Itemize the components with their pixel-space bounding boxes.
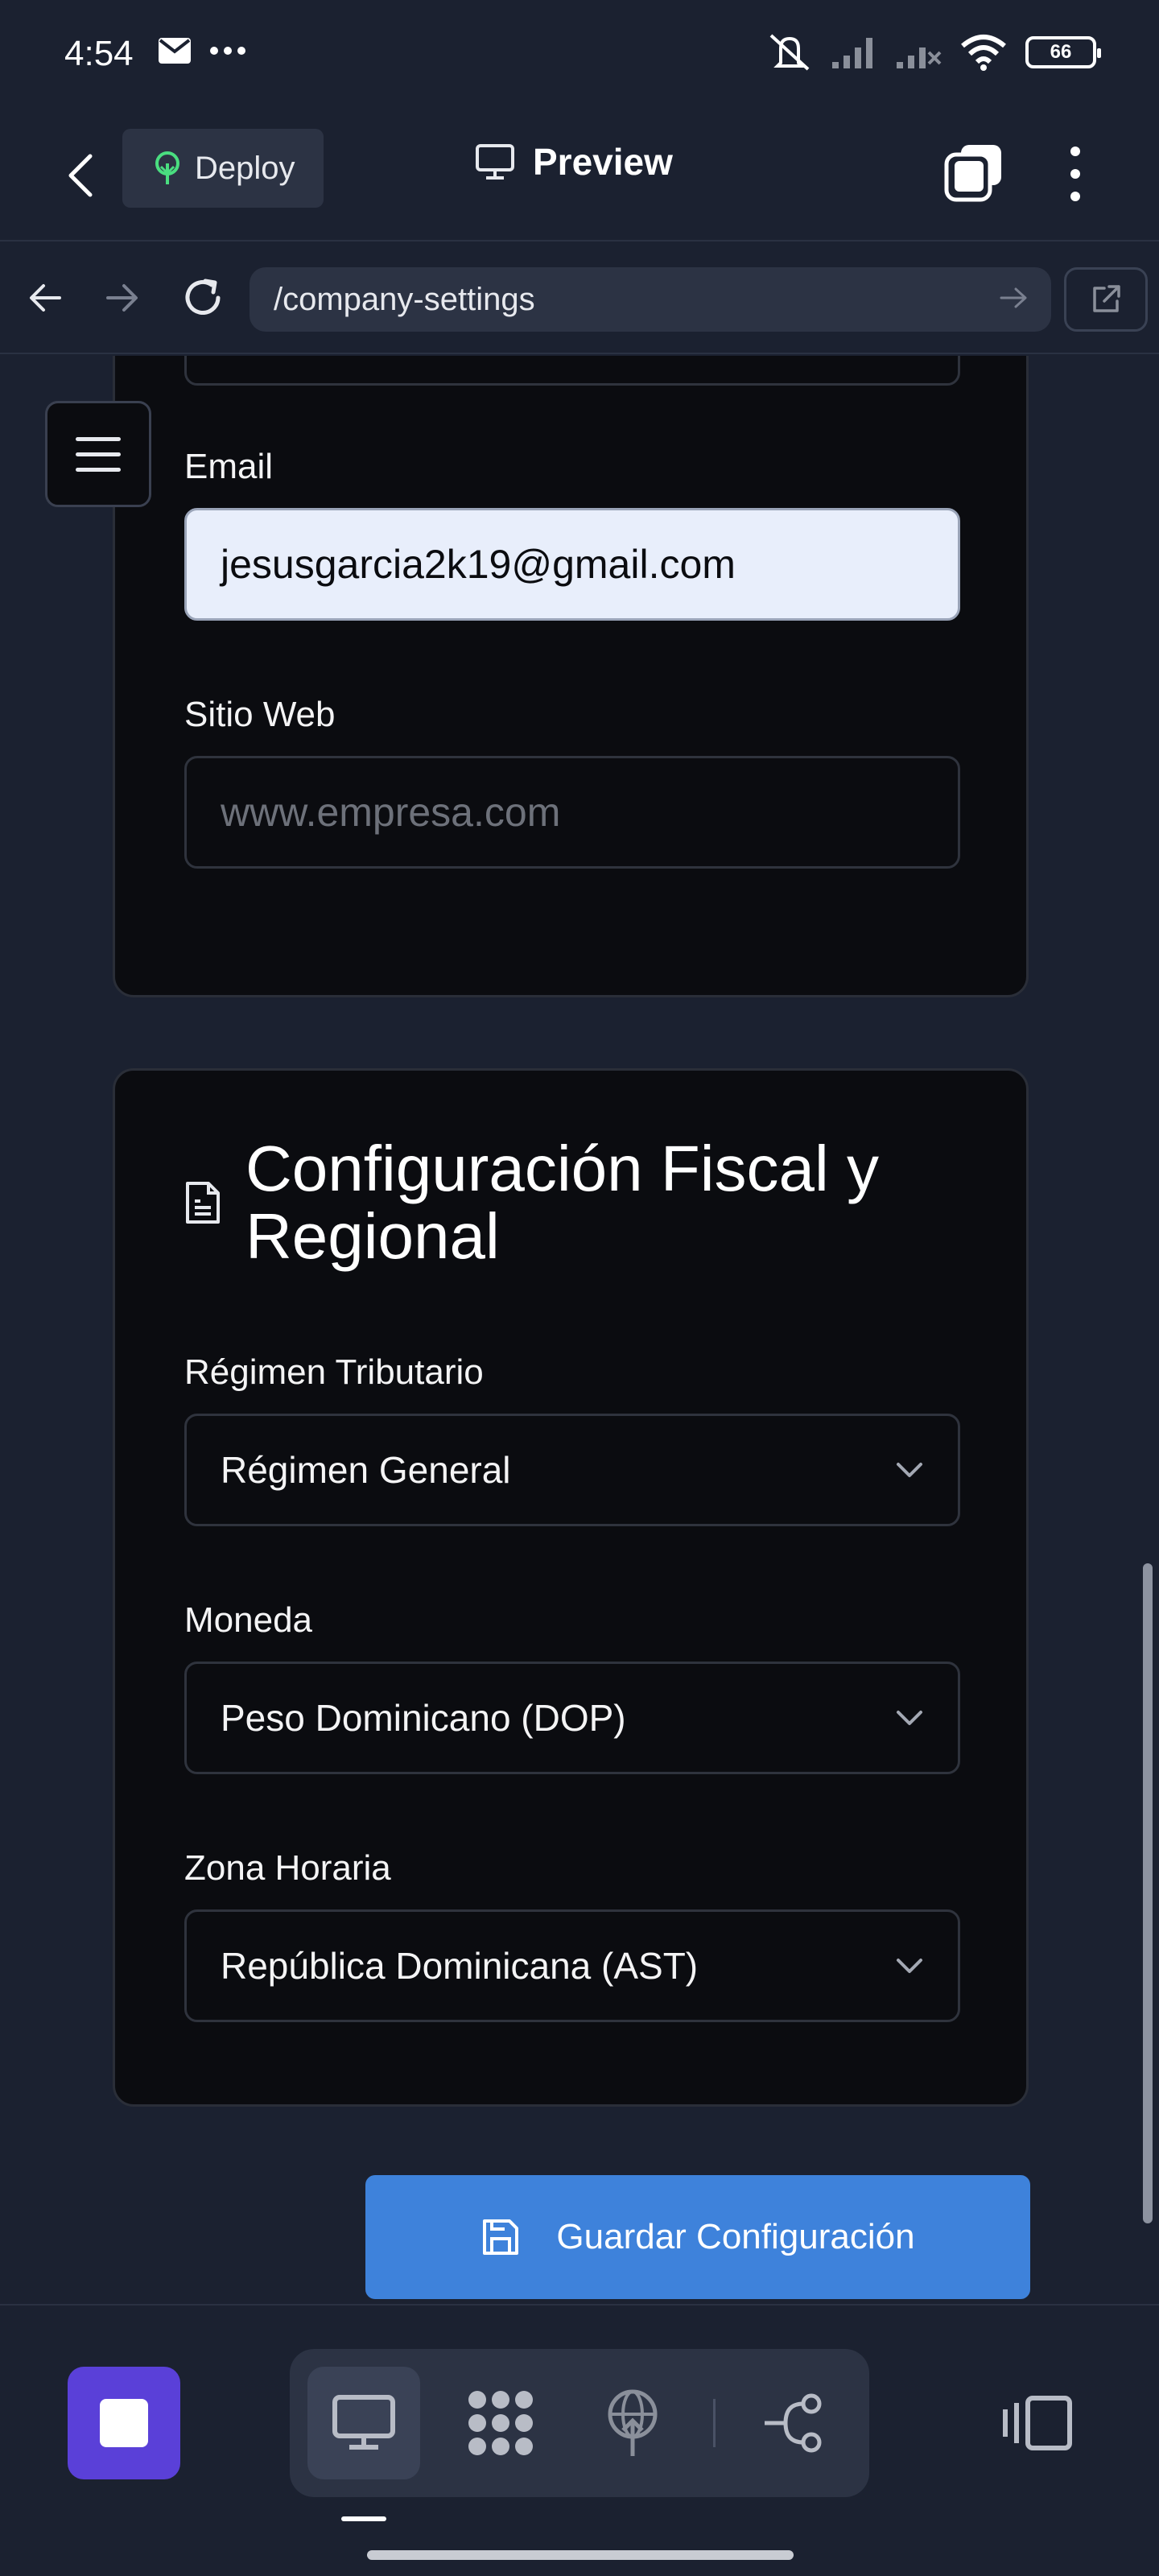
chevron-down-icon [897,1463,922,1477]
email-label: Email [184,447,274,486]
status-right: 66 [766,32,1101,72]
workspace-tool-button[interactable] [444,2367,557,2479]
wifi-icon [961,35,1006,71]
email-field[interactable]: jesusgarcia2k19@gmail.com [184,508,960,621]
open-external-button[interactable] [1064,267,1148,332]
grid-blob-icon [468,2391,533,2455]
home-indicator[interactable] [367,2550,794,2560]
website-field[interactable]: www.empresa.com [184,756,960,869]
contact-card: 8293519324 Email jesusgarcia2k19@gmail.c… [113,356,1029,997]
status-time: 4:54 [64,34,134,73]
preview-tool-button[interactable] [307,2367,420,2479]
status-bar: 4:54 66 [0,0,1159,113]
chevron-left-icon [68,154,93,197]
hamburger-icon [76,436,121,441]
reload-icon [185,279,221,315]
phone-field[interactable]: 8293519324 [184,356,960,386]
more-horizontal-icon [210,47,245,55]
save-button[interactable]: Guardar Configuración [365,2175,1030,2299]
arrow-right-icon [106,284,138,312]
deploy-button[interactable]: Deploy [122,129,324,208]
sidebar-panel-icon [1003,2396,1072,2450]
signal-icon [832,38,872,68]
toolbar-divider [713,2399,716,2447]
preview-label: Preview [533,141,673,183]
vibrate-mute-icon [769,34,810,71]
tab-indicator [341,2516,386,2521]
deploy-label: Deploy [195,150,295,186]
section-title: Configuración Fiscal y Regional [245,1133,879,1272]
external-link-icon [1093,285,1120,312]
timezone-value: República Dominicana (AST) [221,1945,699,1987]
copy-icon [944,145,1001,202]
website-placeholder: www.empresa.com [221,790,561,835]
currency-select[interactable]: Peso Dominicano (DOP) [184,1662,960,1774]
menu-button[interactable] [45,401,151,507]
arrow-right-icon[interactable] [998,282,1030,314]
email-value: jesusgarcia2k19@gmail.com [221,542,736,587]
monitor-icon [332,2395,395,2450]
status-left-icons [158,37,246,64]
nav-forward-button[interactable] [98,274,146,322]
battery-indicator: 66 [1025,36,1101,68]
chevron-down-icon [897,1711,922,1725]
document-icon [186,1182,220,1224]
mail-icon [159,38,191,64]
arrow-left-icon [30,284,61,312]
fiscal-card: Configuración Fiscal y Regional Régimen … [113,1068,1029,2107]
globe-upload-icon [608,2389,658,2456]
save-icon [483,2219,519,2255]
tool-group [290,2349,869,2497]
section-header: Configuración Fiscal y Regional [184,1135,938,1270]
timezone-select[interactable]: República Dominicana (AST) [184,1909,960,2022]
panel-toggle-button[interactable] [990,2367,1087,2479]
signal-x-icon [897,47,942,68]
bottom-toolbar [0,2304,1159,2576]
monitor-icon [476,144,514,180]
git-branch-icon [765,2393,822,2453]
save-label: Guardar Configuración [556,2217,915,2256]
tree-icon [155,151,179,184]
url-text: /company-settings [274,281,535,317]
stop-icon [100,2399,148,2447]
git-tool-button[interactable] [737,2367,850,2479]
tax-regime-select[interactable]: Régimen General [184,1414,960,1526]
tax-regime-value: Régimen General [221,1449,511,1491]
timezone-label: Zona Horaria [184,1848,391,1888]
nav-back-button[interactable] [21,274,69,322]
copy-button[interactable] [943,142,1004,203]
more-vertical-icon[interactable] [1059,142,1091,206]
website-label: Sitio Web [184,695,336,734]
preview-title: Preview [475,140,673,184]
currency-value: Peso Dominicano (DOP) [221,1697,626,1739]
app-header: Deploy Preview [0,113,1159,242]
scrollbar[interactable] [1143,1563,1153,2223]
stop-button[interactable] [68,2367,180,2479]
reload-button[interactable] [179,274,227,322]
currency-label: Moneda [184,1600,313,1640]
browser-bar: /company-settings [0,243,1159,354]
tax-regime-label: Régimen Tributario [184,1352,484,1392]
url-input[interactable]: /company-settings [250,267,1051,332]
back-button[interactable] [56,143,105,208]
deploy-tool-button[interactable] [576,2367,689,2479]
page-content: 8293519324 Email jesusgarcia2k19@gmail.c… [0,356,1159,2304]
chevron-down-icon [897,1959,922,1973]
